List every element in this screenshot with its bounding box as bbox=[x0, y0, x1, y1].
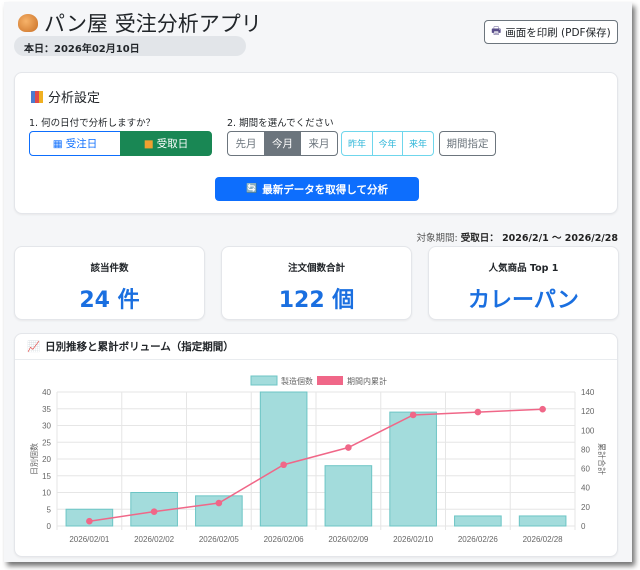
refresh-icon: 🔄 bbox=[246, 184, 258, 194]
legend-swatch-bar bbox=[250, 375, 278, 386]
print-label: 画面を印刷 (PDF保存) bbox=[505, 26, 611, 39]
y-tick-label: 15 bbox=[42, 472, 51, 481]
y-tick-label: 10 bbox=[42, 489, 51, 498]
x-tick-label: 2026/02/05 bbox=[199, 535, 240, 544]
x-tick-label: 2026/02/26 bbox=[458, 535, 499, 544]
y-tick-label: 40 bbox=[42, 388, 51, 397]
q2-label: 2. 期間を選んでください bbox=[227, 118, 334, 129]
page: パン屋 受注分析アプリ 本日：2026年02月10日 🖶 画面を印刷 (PDF保存… bbox=[4, 2, 632, 562]
order-date-button[interactable]: ▦ 受注日 bbox=[29, 131, 121, 156]
fetch-label: 最新データを取得して分析 bbox=[262, 183, 388, 196]
y2-axis-label: 累計合計 bbox=[597, 443, 607, 475]
this-year-button[interactable]: 今年 bbox=[372, 131, 403, 156]
cumulative-point bbox=[280, 461, 287, 469]
y2-tick-label: 80 bbox=[581, 445, 590, 454]
x-tick-label: 2026/02/01 bbox=[69, 535, 110, 544]
kpi-title: 該当件数 bbox=[90, 263, 129, 274]
chart-header: 📈 日別推移と累計ボリューム（指定期間） bbox=[15, 334, 617, 360]
bar bbox=[518, 515, 567, 527]
y-tick-label: 35 bbox=[42, 405, 51, 414]
target-period: 対象期間: 受取日： 2026/2/1 〜 2026/2/28 bbox=[417, 230, 618, 244]
cumulative-point bbox=[409, 411, 417, 419]
bar bbox=[259, 391, 308, 527]
custom-period-button[interactable]: 期間指定 bbox=[439, 131, 496, 156]
x-tick-label: 2026/02/28 bbox=[523, 535, 564, 544]
x-tick-label: 2026/02/10 bbox=[393, 535, 434, 544]
y2-tick-label: 100 bbox=[581, 426, 595, 435]
cumulative-point bbox=[86, 517, 93, 525]
kpi-total: 注文個数合計 122 個 bbox=[221, 246, 412, 320]
y2-tick-label: 140 bbox=[581, 388, 595, 397]
period-prefix: 対象期間: bbox=[416, 233, 461, 244]
truck-icon: ■ bbox=[143, 137, 154, 150]
bar-chart-icon bbox=[31, 90, 43, 103]
y2-tick-label: 20 bbox=[581, 503, 590, 512]
cumulative-point bbox=[215, 499, 223, 507]
settings-card: 分析設定 1. 何の日付で分析しますか？ 2. 期間を選んでください ▦ 受注日 … bbox=[14, 72, 618, 214]
y-axis-label: 日別個数 bbox=[29, 443, 39, 475]
print-button[interactable]: 🖶 画面を印刷 (PDF保存) bbox=[484, 20, 618, 44]
cumulative-point bbox=[539, 405, 546, 413]
kpi-count: 該当件数 24 件 bbox=[14, 246, 205, 320]
legend-swatch-line bbox=[317, 376, 343, 385]
date-type-group: ▦ 受注日 ■ 受取日 bbox=[29, 131, 212, 156]
y-tick-label: 25 bbox=[42, 438, 51, 447]
y2-tick-label: 40 bbox=[581, 484, 590, 493]
kpi-value: 122 個 bbox=[278, 288, 355, 313]
y2-tick-label: 120 bbox=[581, 407, 595, 416]
month-group: 先月 今月 来月 bbox=[227, 131, 338, 156]
order-date-label: 受注日 bbox=[65, 138, 98, 150]
fetch-analyze-button[interactable]: 🔄 最新データを取得して分析 bbox=[215, 177, 419, 201]
kpi-value: 24 件 bbox=[79, 288, 140, 313]
y2-tick-label: 0 bbox=[581, 522, 586, 531]
croissant-icon bbox=[18, 14, 38, 32]
app-title-text: パン屋 受注分析アプリ bbox=[44, 12, 262, 36]
settings-title: 分析設定 bbox=[31, 87, 100, 106]
settings-title-text: 分析設定 bbox=[48, 91, 101, 106]
kpi-value: カレーパン bbox=[468, 288, 579, 313]
x-tick-label: 2026/02/06 bbox=[264, 535, 305, 544]
custom-group: 期間指定 bbox=[439, 131, 496, 156]
kpi-title: 注文個数合計 bbox=[287, 263, 345, 274]
last-month-button[interactable]: 先月 bbox=[227, 131, 265, 156]
pickup-date-button[interactable]: ■ 受取日 bbox=[120, 131, 212, 156]
y-tick-label: 30 bbox=[42, 422, 51, 431]
chart-title: 日別推移と累計ボリューム（指定期間） bbox=[45, 341, 234, 353]
cumulative-point bbox=[474, 408, 482, 416]
x-tick-label: 2026/02/09 bbox=[328, 535, 369, 544]
next-month-button[interactable]: 来月 bbox=[300, 131, 338, 156]
app-title: パン屋 受注分析アプリ bbox=[18, 8, 262, 38]
q1-label: 1. 何の日付で分析しますか？ bbox=[29, 118, 156, 129]
bar bbox=[324, 465, 373, 527]
cumulative-point bbox=[150, 508, 158, 515]
period-value: 受取日： 2026/2/1 〜 2026/2/28 bbox=[460, 233, 618, 244]
pickup-date-label: 受取日 bbox=[156, 138, 189, 150]
y2-tick-label: 60 bbox=[581, 465, 590, 474]
chart-card: 📈 日別推移と累計ボリューム（指定期間） 0 5 10 15 20 25 30 35 40 0 20 4… bbox=[14, 333, 618, 557]
today-badge: 本日：2026年02月10日 bbox=[14, 36, 246, 56]
kpi-top-product: 人気商品 Top 1 カレーパン bbox=[428, 246, 619, 320]
chart-line-icon: 📈 bbox=[27, 341, 41, 353]
bar bbox=[454, 515, 502, 527]
y-tick-label: 5 bbox=[47, 505, 52, 514]
y-tick-label: 20 bbox=[42, 455, 51, 464]
printer-icon: 🖶 bbox=[491, 25, 502, 37]
x-tick-label: 2026/02/02 bbox=[134, 535, 175, 544]
last-year-button[interactable]: 昨年 bbox=[341, 131, 373, 156]
kpi-title: 人気商品 Top 1 bbox=[488, 263, 559, 274]
combo-chart: 0 5 10 15 20 25 30 35 40 0 20 40 60 80 100 120 140 2026/0… bbox=[29, 375, 607, 544]
year-group: 昨年 今年 来年 bbox=[341, 131, 434, 156]
next-year-button[interactable]: 来年 bbox=[402, 131, 434, 156]
legend-label: 期間内累計 bbox=[347, 376, 387, 386]
bar bbox=[389, 411, 437, 527]
this-month-button[interactable]: 今月 bbox=[264, 131, 301, 156]
cumulative-point bbox=[345, 444, 352, 451]
legend-label: 製造個数 bbox=[281, 376, 313, 386]
calendar-icon: ▦ bbox=[52, 137, 63, 150]
y-tick-label: 0 bbox=[47, 522, 52, 531]
